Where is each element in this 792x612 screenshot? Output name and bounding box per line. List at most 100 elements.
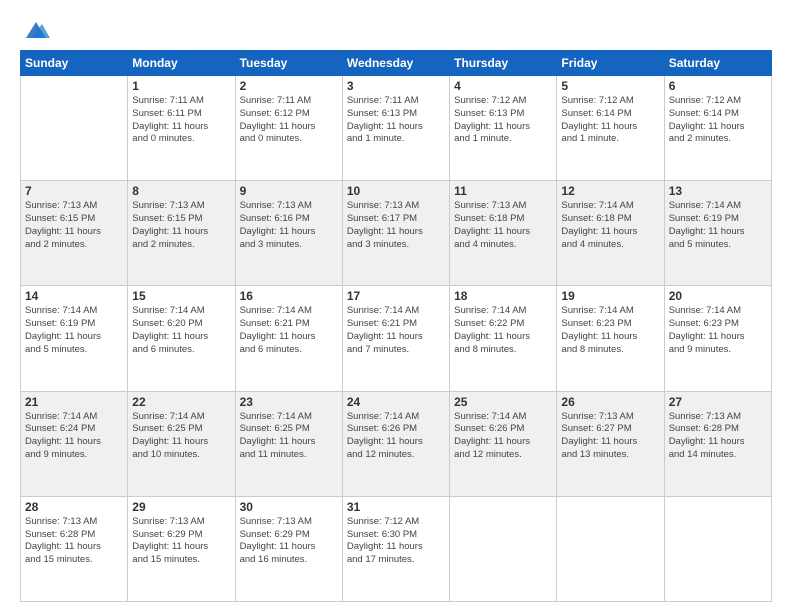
calendar-cell: 28 Sunrise: 7:13 AM Sunset: 6:28 PM Dayli… (21, 496, 128, 601)
day-number: 5 (561, 79, 659, 93)
calendar-cell: 19 Sunrise: 7:14 AM Sunset: 6:23 PM Dayli… (557, 286, 664, 391)
day-number: 11 (454, 184, 552, 198)
day-info: Sunrise: 7:12 AM Sunset: 6:13 PM Dayligh… (454, 95, 552, 146)
day-number: 22 (132, 395, 230, 409)
day-info: Sunrise: 7:13 AM Sunset: 6:29 PM Dayligh… (132, 516, 230, 567)
calendar-cell: 24 Sunrise: 7:14 AM Sunset: 6:26 PM Dayli… (342, 391, 449, 496)
day-info: Sunrise: 7:13 AM Sunset: 6:28 PM Dayligh… (669, 411, 767, 462)
day-number: 8 (132, 184, 230, 198)
logo-icon (22, 16, 50, 44)
day-info: Sunrise: 7:14 AM Sunset: 6:23 PM Dayligh… (669, 305, 767, 356)
calendar-cell: 23 Sunrise: 7:14 AM Sunset: 6:25 PM Dayli… (235, 391, 342, 496)
calendar-cell: 26Sunrise: 7:13 AM Sunset: 6:27 PM Dayli… (557, 391, 664, 496)
calendar-cell: 12Sunrise: 7:14 AM Sunset: 6:18 PM Dayli… (557, 181, 664, 286)
calendar-cell: 2Sunrise: 7:11 AM Sunset: 6:12 PM Daylig… (235, 76, 342, 181)
day-info: Sunrise: 7:13 AM Sunset: 6:15 PM Dayligh… (25, 200, 123, 251)
day-info: Sunrise: 7:14 AM Sunset: 6:21 PM Dayligh… (347, 305, 445, 356)
calendar-week-row: 14 Sunrise: 7:14 AM Sunset: 6:19 PM Dayli… (21, 286, 772, 391)
calendar-cell: 22 Sunrise: 7:14 AM Sunset: 6:25 PM Dayli… (128, 391, 235, 496)
calendar-cell: 31Sunrise: 7:12 AM Sunset: 6:30 PM Dayli… (342, 496, 449, 601)
calendar-cell: 30 Sunrise: 7:13 AM Sunset: 6:29 PM Dayli… (235, 496, 342, 601)
calendar-cell: 15 Sunrise: 7:14 AM Sunset: 6:20 PM Dayli… (128, 286, 235, 391)
calendar-cell: 20 Sunrise: 7:14 AM Sunset: 6:23 PM Dayli… (664, 286, 771, 391)
day-info: Sunrise: 7:14 AM Sunset: 6:23 PM Dayligh… (561, 305, 659, 356)
calendar-cell: 25 Sunrise: 7:14 AM Sunset: 6:26 PM Dayli… (450, 391, 557, 496)
day-info: Sunrise: 7:12 AM Sunset: 6:14 PM Dayligh… (561, 95, 659, 146)
day-info: Sunrise: 7:13 AM Sunset: 6:16 PM Dayligh… (240, 200, 338, 251)
day-number: 9 (240, 184, 338, 198)
logo (20, 16, 50, 40)
day-info: Sunrise: 7:14 AM Sunset: 6:22 PM Dayligh… (454, 305, 552, 356)
calendar-cell: 10 Sunrise: 7:13 AM Sunset: 6:17 PM Dayli… (342, 181, 449, 286)
calendar-header-tuesday: Tuesday (235, 51, 342, 76)
calendar-cell: 21Sunrise: 7:14 AM Sunset: 6:24 PM Dayli… (21, 391, 128, 496)
day-info: Sunrise: 7:14 AM Sunset: 6:20 PM Dayligh… (132, 305, 230, 356)
calendar-cell: 4 Sunrise: 7:12 AM Sunset: 6:13 PM Daylig… (450, 76, 557, 181)
calendar-cell: 7 Sunrise: 7:13 AM Sunset: 6:15 PM Daylig… (21, 181, 128, 286)
calendar-header-sunday: Sunday (21, 51, 128, 76)
calendar-cell: 27 Sunrise: 7:13 AM Sunset: 6:28 PM Dayli… (664, 391, 771, 496)
calendar-cell: 11 Sunrise: 7:13 AM Sunset: 6:18 PM Dayli… (450, 181, 557, 286)
calendar-cell: 14 Sunrise: 7:14 AM Sunset: 6:19 PM Dayli… (21, 286, 128, 391)
day-number: 25 (454, 395, 552, 409)
day-number: 27 (669, 395, 767, 409)
day-info: Sunrise: 7:14 AM Sunset: 6:21 PM Dayligh… (240, 305, 338, 356)
calendar-header-friday: Friday (557, 51, 664, 76)
calendar-cell: 5 Sunrise: 7:12 AM Sunset: 6:14 PM Daylig… (557, 76, 664, 181)
calendar-week-row: 1Sunrise: 7:11 AM Sunset: 6:11 PM Daylig… (21, 76, 772, 181)
day-info: Sunrise: 7:14 AM Sunset: 6:24 PM Dayligh… (25, 411, 123, 462)
day-info: Sunrise: 7:13 AM Sunset: 6:18 PM Dayligh… (454, 200, 552, 251)
day-number: 10 (347, 184, 445, 198)
calendar-cell: 29 Sunrise: 7:13 AM Sunset: 6:29 PM Dayli… (128, 496, 235, 601)
day-info: Sunrise: 7:14 AM Sunset: 6:19 PM Dayligh… (669, 200, 767, 251)
calendar-header-row: SundayMondayTuesdayWednesdayThursdayFrid… (21, 51, 772, 76)
calendar-cell: 9 Sunrise: 7:13 AM Sunset: 6:16 PM Daylig… (235, 181, 342, 286)
calendar-header-saturday: Saturday (664, 51, 771, 76)
day-number: 14 (25, 289, 123, 303)
calendar-cell (557, 496, 664, 601)
day-info: Sunrise: 7:14 AM Sunset: 6:25 PM Dayligh… (240, 411, 338, 462)
calendar-cell: 3Sunrise: 7:11 AM Sunset: 6:13 PM Daylig… (342, 76, 449, 181)
day-info: Sunrise: 7:14 AM Sunset: 6:18 PM Dayligh… (561, 200, 659, 251)
day-info: Sunrise: 7:14 AM Sunset: 6:25 PM Dayligh… (132, 411, 230, 462)
day-info: Sunrise: 7:13 AM Sunset: 6:17 PM Dayligh… (347, 200, 445, 251)
day-number: 30 (240, 500, 338, 514)
calendar-cell: 1Sunrise: 7:11 AM Sunset: 6:11 PM Daylig… (128, 76, 235, 181)
day-info: Sunrise: 7:14 AM Sunset: 6:26 PM Dayligh… (454, 411, 552, 462)
day-info: Sunrise: 7:13 AM Sunset: 6:15 PM Dayligh… (132, 200, 230, 251)
day-number: 17 (347, 289, 445, 303)
calendar-cell: 8 Sunrise: 7:13 AM Sunset: 6:15 PM Daylig… (128, 181, 235, 286)
day-info: Sunrise: 7:13 AM Sunset: 6:28 PM Dayligh… (25, 516, 123, 567)
day-number: 31 (347, 500, 445, 514)
day-number: 19 (561, 289, 659, 303)
day-info: Sunrise: 7:12 AM Sunset: 6:14 PM Dayligh… (669, 95, 767, 146)
day-info: Sunrise: 7:13 AM Sunset: 6:27 PM Dayligh… (561, 411, 659, 462)
calendar-cell: 16 Sunrise: 7:14 AM Sunset: 6:21 PM Dayli… (235, 286, 342, 391)
calendar-cell: 17 Sunrise: 7:14 AM Sunset: 6:21 PM Dayli… (342, 286, 449, 391)
day-number: 18 (454, 289, 552, 303)
calendar-cell: 13Sunrise: 7:14 AM Sunset: 6:19 PM Dayli… (664, 181, 771, 286)
header (20, 16, 772, 40)
day-info: Sunrise: 7:11 AM Sunset: 6:11 PM Dayligh… (132, 95, 230, 146)
day-number: 4 (454, 79, 552, 93)
day-info: Sunrise: 7:13 AM Sunset: 6:29 PM Dayligh… (240, 516, 338, 567)
calendar-header-thursday: Thursday (450, 51, 557, 76)
day-number: 28 (25, 500, 123, 514)
calendar-cell: 18 Sunrise: 7:14 AM Sunset: 6:22 PM Dayli… (450, 286, 557, 391)
calendar-cell: 6Sunrise: 7:12 AM Sunset: 6:14 PM Daylig… (664, 76, 771, 181)
calendar-cell (664, 496, 771, 601)
calendar-week-row: 7 Sunrise: 7:13 AM Sunset: 6:15 PM Daylig… (21, 181, 772, 286)
day-info: Sunrise: 7:11 AM Sunset: 6:13 PM Dayligh… (347, 95, 445, 146)
day-info: Sunrise: 7:11 AM Sunset: 6:12 PM Dayligh… (240, 95, 338, 146)
day-info: Sunrise: 7:14 AM Sunset: 6:19 PM Dayligh… (25, 305, 123, 356)
calendar-week-row: 28 Sunrise: 7:13 AM Sunset: 6:28 PM Dayli… (21, 496, 772, 601)
day-number: 15 (132, 289, 230, 303)
day-number: 7 (25, 184, 123, 198)
day-number: 29 (132, 500, 230, 514)
calendar-table: SundayMondayTuesdayWednesdayThursdayFrid… (20, 50, 772, 602)
day-number: 16 (240, 289, 338, 303)
day-number: 23 (240, 395, 338, 409)
day-number: 20 (669, 289, 767, 303)
day-number: 24 (347, 395, 445, 409)
day-info: Sunrise: 7:14 AM Sunset: 6:26 PM Dayligh… (347, 411, 445, 462)
